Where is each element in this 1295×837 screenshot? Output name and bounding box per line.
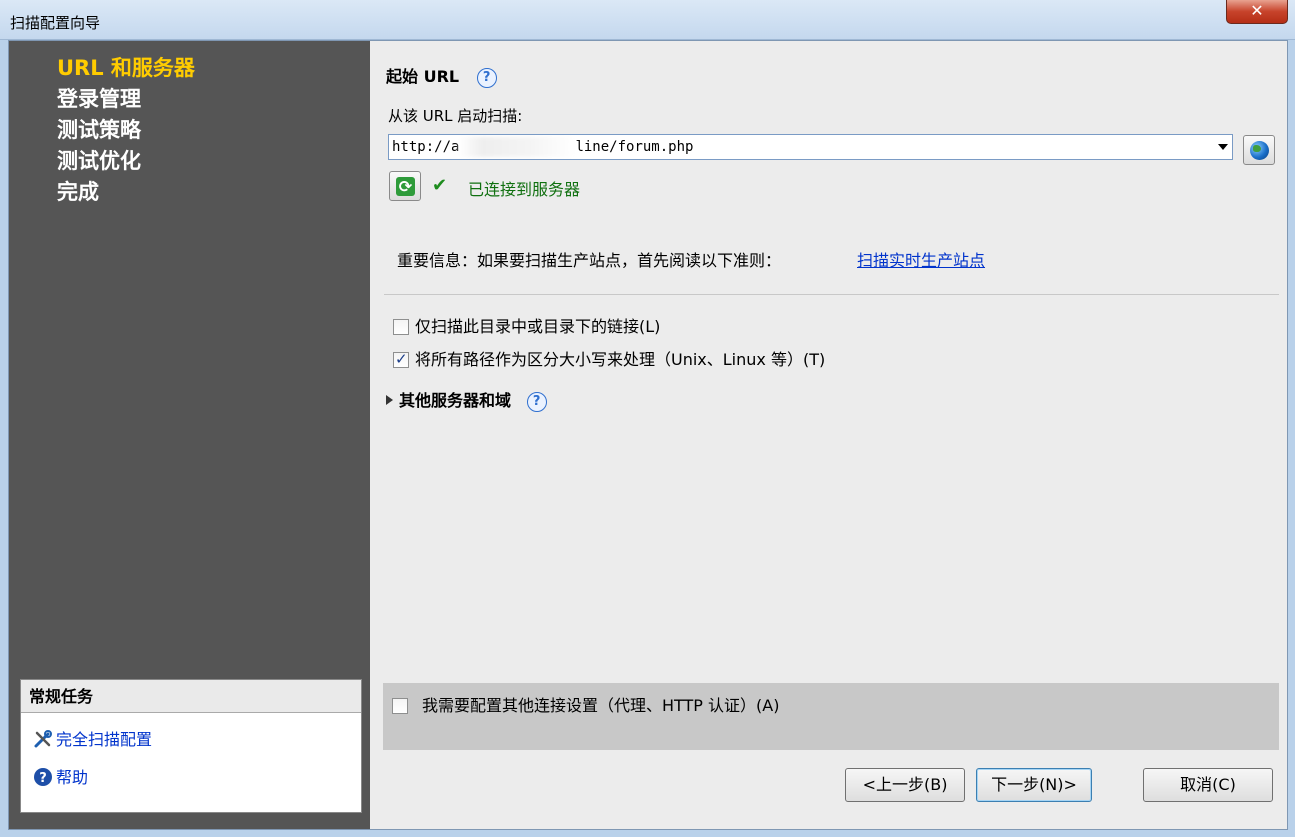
cancel-button[interactable]: 取消(C) (1143, 768, 1273, 802)
refresh-icon: ⟳ (396, 177, 415, 196)
nav-step-optimization[interactable]: 测试优化 (57, 146, 195, 177)
nav-step-test-policy[interactable]: 测试策略 (57, 115, 195, 146)
globe-icon (1250, 141, 1269, 160)
open-in-browser-button[interactable] (1243, 135, 1275, 165)
chevron-down-icon[interactable] (1218, 144, 1228, 150)
redacted-region (459, 137, 576, 157)
connection-settings-label: 我需要配置其他连接设置（代理、HTTP 认证）(A) (422, 696, 780, 715)
wizard-steps: URL 和服务器 登录管理 测试策略 测试优化 完成 (57, 53, 195, 208)
wizard-content: 起始 URL ? 从该 URL 启动扫描: http://a line/forum… (370, 41, 1287, 829)
start-url-title: 起始 URL (386, 67, 460, 86)
scan-production-site-link[interactable]: 扫描实时生产站点 (857, 247, 985, 271)
scan-directory-option[interactable]: 仅扫描此目录中或目录下的链接(L) (393, 313, 660, 337)
tools-icon (33, 729, 53, 749)
help-label: 帮助 (56, 768, 89, 787)
scan-directory-label: 仅扫描此目录中或目录下的链接(L) (415, 317, 661, 336)
title-bar: 扫描配置向导 ✕ (0, 0, 1295, 40)
nav-step-complete[interactable]: 完成 (57, 177, 195, 208)
help-link[interactable]: ? 帮助 (33, 766, 88, 790)
expand-arrow-icon[interactable] (386, 394, 393, 405)
reconnect-button[interactable]: ⟳ (389, 171, 421, 201)
back-button[interactable]: <上一步(B) (845, 768, 965, 802)
svg-text:?: ? (39, 771, 47, 786)
divider (384, 294, 1279, 295)
connection-settings-option[interactable]: 我需要配置其他连接设置（代理、HTTP 认证）(A) (392, 692, 779, 716)
other-servers-expander[interactable]: 其他服务器和域 ? (386, 387, 547, 412)
important-notice: 重要信息：如果要扫描生产站点，首先阅读以下准则： (397, 251, 782, 270)
connection-settings-checkbox[interactable] (392, 697, 408, 714)
case-sensitive-option[interactable]: 将所有路径作为区分大小写来处理（Unix、Linux 等）(T) (393, 346, 825, 370)
help-icon[interactable]: ? (526, 391, 547, 412)
full-scan-config-link[interactable]: 完全扫描配置 (33, 728, 152, 752)
wizard-sidebar: URL 和服务器 登录管理 测试策略 测试优化 完成 常规任务 完全扫描配置 ?… (9, 41, 370, 829)
nav-step-url-server[interactable]: URL 和服务器 (57, 53, 195, 84)
section-title: 起始 URL ? (386, 63, 497, 88)
other-servers-label: 其他服务器和域 (399, 391, 512, 410)
nav-step-login[interactable]: 登录管理 (57, 84, 195, 115)
case-sensitive-checkbox[interactable] (393, 350, 409, 368)
help-icon[interactable]: ? (476, 67, 497, 88)
url-label: 从该 URL 启动扫描: (388, 107, 523, 125)
next-button[interactable]: 下一步(N)> (976, 768, 1092, 802)
common-tasks-panel: 常规任务 完全扫描配置 ? 帮助 (20, 679, 362, 813)
common-tasks-header: 常规任务 (21, 680, 361, 713)
url-text-end: line/forum.php (575, 139, 694, 155)
full-scan-config-label: 完全扫描配置 (56, 730, 153, 749)
window-title: 扫描配置向导 (10, 14, 101, 32)
help-circle-icon: ? (33, 767, 53, 787)
connection-status: 已连接到服务器 (468, 180, 581, 199)
url-text-start: http://a (392, 139, 460, 155)
scan-directory-checkbox[interactable] (393, 318, 409, 335)
checkmark-icon: ✔ (432, 175, 448, 196)
start-url-combobox[interactable]: http://a line/forum.php (388, 134, 1233, 160)
close-button[interactable]: ✕ (1226, 0, 1288, 24)
case-sensitive-label: 将所有路径作为区分大小写来处理（Unix、Linux 等）(T) (415, 350, 826, 369)
